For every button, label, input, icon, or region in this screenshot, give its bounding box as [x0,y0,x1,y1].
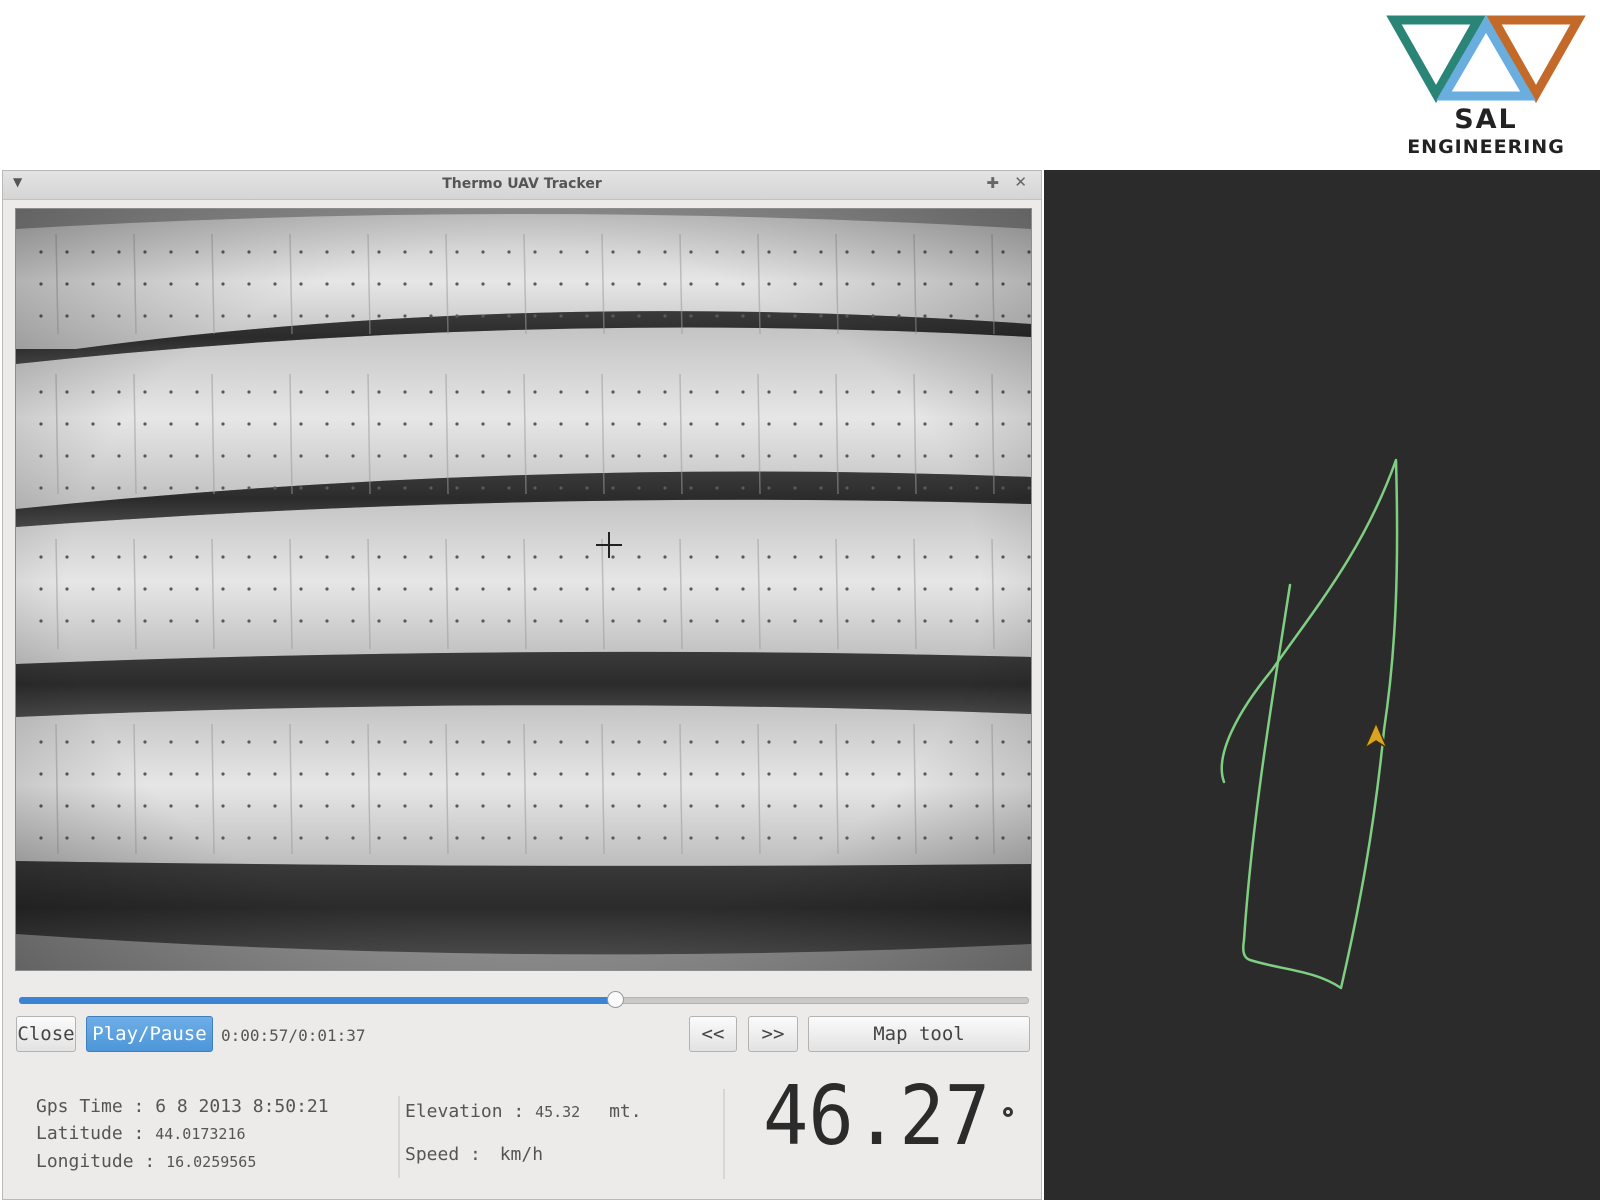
playback-time: 0:00:57/0:01:37 [221,1026,366,1045]
window-title: Thermo UAV Tracker [442,176,602,192]
latitude-value: 44.0173216 [155,1125,246,1143]
elevation-value: 45.32 [535,1103,581,1121]
forward-button[interactable]: >> [748,1016,798,1052]
display-divider [723,1089,725,1179]
longitude-label: Longitude : [36,1151,156,1172]
pin-icon[interactable]: ✚ [986,174,999,192]
play-pause-button[interactable]: Play/Pause [86,1016,213,1052]
thermal-image [16,209,1031,970]
window-titlebar[interactable]: ▼ Thermo UAV Tracker ✚ ✕ [3,171,1041,200]
brand-name: SAL [1454,104,1518,135]
latitude-label: Latitude : [36,1123,145,1144]
close-icon[interactable]: ✕ [1014,173,1027,191]
elevation-label: Elevation : [405,1101,525,1122]
tracker-window: ▼ Thermo UAV Tracker ✚ ✕ Close Play/Paus… [2,170,1042,1200]
speed-row: Speed : km/h [405,1144,543,1165]
info-divider [398,1096,400,1178]
flight-map [1220,458,1399,990]
map-tool-button[interactable]: Map tool [808,1016,1030,1052]
elevation-row: Elevation : 45.32 mt. [405,1101,642,1122]
latitude-row: Latitude : 44.0173216 [36,1123,246,1144]
speed-display: 46.27 [763,1069,991,1164]
sal-engineering-logo: SAL ENGINEERING [1386,12,1586,162]
close-button[interactable]: Close [16,1016,76,1052]
brand-subtitle: ENGINEERING [1407,136,1565,158]
flight-track [1220,458,1399,990]
thermal-video-view[interactable] [15,208,1032,971]
longitude-value: 16.0259565 [166,1153,257,1171]
slider-progress [19,997,615,1004]
gps-time: Gps Time : 6 8 2013 8:50:21 [36,1096,329,1117]
speed-unit: km/h [499,1144,544,1165]
playback-slider[interactable] [19,988,1029,1012]
slider-handle[interactable] [606,991,624,1008]
speed-label: Speed : [405,1144,481,1165]
logo-triangles-icon [1386,15,1586,104]
map-view[interactable] [1044,170,1600,1200]
elevation-unit: mt. [609,1101,642,1122]
longitude-row: Longitude : 16.0259565 [36,1151,256,1172]
degree-icon [1003,1107,1013,1117]
rewind-button[interactable]: << [689,1016,737,1052]
